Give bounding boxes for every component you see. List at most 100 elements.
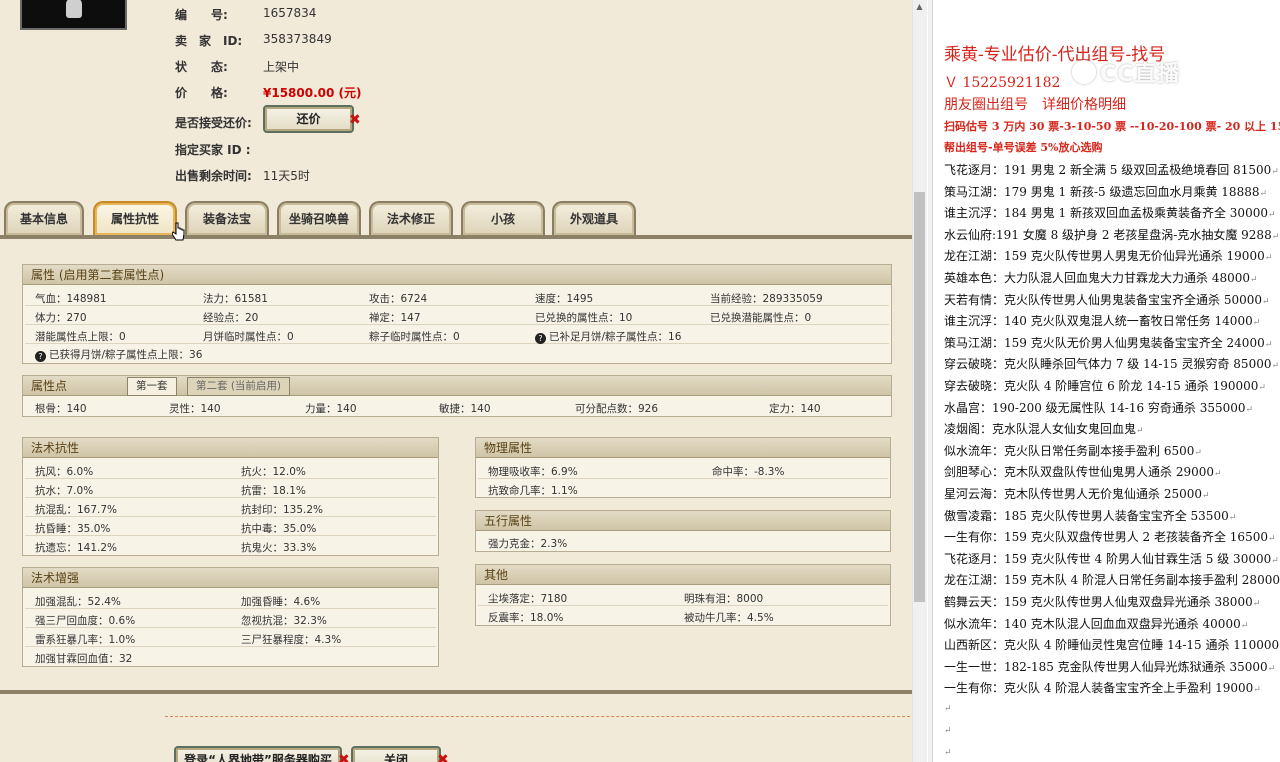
other-panel: 其他 尘埃落定：7180 明珠有泪：8000 反震率：18.0% 被动牛几率：4… (475, 564, 891, 626)
other-pearl: 明珠有泪：8000 (684, 593, 764, 605)
notes-line: 傲雪凌霜：185 克火队传世男人装备宝宝齐全 53500↵ (944, 507, 1236, 524)
paragraph-mark-icon: ↵ (1271, 167, 1279, 177)
paragraph-mark-icon: ↵ (1267, 534, 1276, 545)
notes-line-text: 龙在江湖：159 克火队传世男人男鬼无价仙异光通杀 19000 (944, 249, 1265, 264)
notes-line: 一生有你：克火队 4 阶混人装备宝宝齐全上手盈利 19000↵ (944, 679, 1261, 696)
physical-hit: 命中率：-8.3% (712, 466, 785, 478)
close-button[interactable]: 关闭 (351, 746, 441, 762)
notes-header-pricing: 扫码估号 3 万内 30 票-3-10-50 票 --10-20-100 票- … (944, 120, 1280, 133)
point-spirit: 灵性：140 (169, 403, 221, 415)
remaining-label: 出售剩余时间: (175, 169, 252, 183)
tab-spell-correction[interactable]: 法术修正 (369, 201, 453, 235)
tab-equipment[interactable]: 装备法宝 (185, 201, 269, 235)
help-icon[interactable]: ? (535, 333, 546, 344)
notes-line: 凌烟阁：克水队混人女仙女鬼回血鬼↵ (944, 420, 1144, 437)
resist-seal: 抗封印：135.2% (241, 504, 324, 516)
point-endurance: 定力：140 (769, 403, 821, 415)
other-title: 其他 (476, 565, 890, 585)
notes-line: 飞花逐月：159 克火队传世 4 阶男人仙甘霖生活 5 级 30000↵ (944, 550, 1279, 567)
enhance-sleep: 加强昏睡：4.6% (241, 596, 321, 608)
paragraph-mark-icon: ↵ (1271, 231, 1280, 242)
notes-header-guarantee: 帮出组号-单号误差 5%放心选购 (944, 141, 1103, 154)
notes-line-text: 谁主沉浮：140 克火队双鬼混人统一畜牧日常任务 14000 (944, 314, 1253, 329)
close-icon[interactable]: ✖ (338, 752, 350, 762)
close-icon[interactable]: ✖ (349, 112, 361, 128)
enhance-thunder-crit: 雷系狂暴几率：1.0% (35, 634, 136, 646)
resist-fire: 抗火：12.0% (241, 466, 306, 478)
seller-label: 卖 家 ID: (175, 34, 243, 48)
paragraph-mark-icon: ↵ (1267, 663, 1276, 674)
resist-poison: 抗中毒：35.0% (241, 523, 317, 535)
stat-filled-points: ? 已补足月饼/粽子属性点：16 (535, 329, 681, 344)
bargain-button[interactable]: 还价 (263, 105, 354, 133)
tab-children[interactable]: 小孩 (461, 201, 545, 235)
seller-id: 358373849 (263, 32, 332, 46)
help-icon[interactable]: ? (35, 351, 46, 362)
paragraph-mark-icon: ↵ (1267, 210, 1276, 221)
attributes-panel: 属性 (启用第二套属性点) 气血：148981 法力：61581 攻击：6724… (22, 264, 892, 364)
notes-line-text: 飞花逐月：191 男鬼 2 新全满 5 级双回孟极绝境春回 81500 (944, 163, 1272, 177)
notes-line: 飞花逐月：191 男鬼 2 新全满 5 级双回孟极绝境春回 81500↵ (944, 161, 1279, 178)
resist-wind: 抗风：6.0% (35, 466, 94, 478)
price-value: ¥15800.00 (元) (263, 86, 362, 100)
paragraph-mark-icon: ↵ (1253, 685, 1261, 696)
subtab-set-two[interactable]: 第二套 (当前启用) (187, 377, 291, 396)
notes-line-text: 龙在江湖：159 克木队 4 阶混人日常任务副本接手盈利 28000 (944, 573, 1280, 588)
scrollbar-thumb[interactable] (914, 192, 925, 602)
notes-line-text: 似水流年：克火队日常任务副本接手盈利 6500 (944, 443, 1195, 458)
other-passive-ox: 被动牛几率：4.5% (684, 612, 774, 624)
notes-line-text: 傲雪凌霜：185 克火队传世男人装备宝宝齐全 53500 (944, 508, 1229, 523)
number-label: 编 号: (175, 8, 228, 22)
physical-anti-crit: 抗致命几率：1.1% (488, 485, 578, 497)
notes-line-text: 星河云海：克木队传世男人无价鬼仙通杀 25000 (944, 487, 1202, 501)
notes-line: 一生有你：159 克火队双盘传世男人 2 老孩装备齐全 16500↵ (944, 528, 1276, 545)
tab-attributes[interactable]: 属性抗性 (93, 201, 177, 235)
stat-zongzi-temp: 粽子临时属性点：0 (369, 331, 460, 343)
bargain-label: 是否接受还价: (175, 116, 252, 130)
paragraph-mark-icon: ↵ (1259, 188, 1268, 199)
number-value: 1657834 (263, 6, 317, 20)
tab-mounts-pets[interactable]: 坐骑召唤兽 (277, 201, 361, 235)
tab-appearance[interactable]: 外观道具 (552, 201, 636, 235)
remaining-row: 出售剩余时间: 11天5时 (175, 167, 310, 184)
ruler (928, 0, 933, 762)
notes-line: 穿云破晓：克火队睡杀回气体力 7 级 14-15 灵猴穷奇 85000↵ (944, 355, 1279, 372)
notes-line-text: 穿去破晓：克火队 4 阶睡宫位 6 阶龙 14-15 通杀 190000 (944, 379, 1259, 393)
notes-line-text: 似水流年：140 克木队混人回血血双盘异光通杀 40000 (944, 616, 1241, 631)
price-row: 价 格: ¥15800.00 (元) (175, 84, 362, 101)
tab-bar: 基本信息 属性抗性 装备法宝 坐骑召唤兽 法术修正 小孩 外观道具 (0, 199, 912, 237)
seller-row: 卖 家 ID: 358373849 (175, 32, 332, 49)
stat-exp: 当前经验：289335059 (710, 293, 823, 305)
empty-line: ↵ (944, 704, 952, 714)
notes-line: 水晶宫：190-200 级无属性队 14-16 穷奇通杀 355000↵ (944, 399, 1253, 416)
notes-line: 山西新区：克火队 4 阶睡仙灵性鬼宫位睡 14-15 通杀 110000↵ (944, 636, 1280, 653)
status-row: 状 态: 上架中 (175, 58, 299, 75)
physical-panel: 物理属性 物理吸收率：6.9% 命中率：-8.3% 抗致命几率：1.1% (475, 437, 891, 498)
stat-footer: ? 已获得月饼/粽子属性点上限：36 (35, 347, 202, 362)
notes-line: 策马江湖：179 男鬼 1 新孩-5 级遗忘回血水月乘黄 18888↵ (944, 183, 1267, 200)
notes-line-text: 鹤舞云天：159 克火队传世男人仙鬼双盘异光通杀 38000 (944, 595, 1253, 609)
stat-exchanged-potential: 已兑换潜能属性点：0 (710, 312, 812, 324)
resist-ghostfire: 抗鬼火：33.3% (241, 542, 317, 554)
notes-line-text: 策马江湖：179 男鬼 1 新孩-5 级遗忘回血水月乘黄 18888 (944, 184, 1260, 199)
tab-basic-info[interactable]: 基本信息 (4, 201, 84, 235)
enhance-panel: 法术增强 加强混乱：52.4% 加强昏睡：4.6% 强三尸回血度：0.6% 忽视… (22, 567, 439, 667)
status-value: 上架中 (263, 60, 300, 74)
buy-login-button[interactable]: 登录“人界地带”服务器购买 (174, 746, 342, 762)
section-divider (0, 690, 912, 694)
notes-line: 谁主沉浮：184 男鬼 1 新孩双回血孟极乘黄装备齐全 30000↵ (944, 204, 1276, 221)
wuxing-panel: 五行属性 强力克金：2.3% (475, 510, 891, 552)
notes-line-text: 山西新区：克火队 4 阶睡仙灵性鬼宫位睡 14-15 通杀 110000 (944, 638, 1280, 653)
physical-title: 物理属性 (476, 438, 890, 458)
point-assignable: 可分配点数：926 (575, 403, 659, 415)
status-label: 状 态: (175, 60, 228, 74)
notes-line: 一生一世：182-185 克金队传世男人仙异光炼狱通杀 35000↵ (944, 658, 1275, 675)
point-strength: 力量：140 (305, 403, 357, 415)
resist-panel: 法术抗性 抗风：6.0% 抗火：12.0% 抗水：7.0% 抗雷：18.1% 抗… (22, 437, 439, 556)
close-icon[interactable]: ✖ (437, 752, 449, 762)
subtab-set-one[interactable]: 第一套 (127, 377, 177, 396)
scroll-up-arrow-icon[interactable]: ▲ (912, 0, 927, 14)
notes-line-text: 一生有你：159 克火队双盘传世男人 2 老孩装备齐全 16500 (944, 530, 1268, 545)
paragraph-mark-icon: ↵ (1252, 599, 1261, 609)
stat-speed: 速度：1495 (535, 293, 594, 305)
